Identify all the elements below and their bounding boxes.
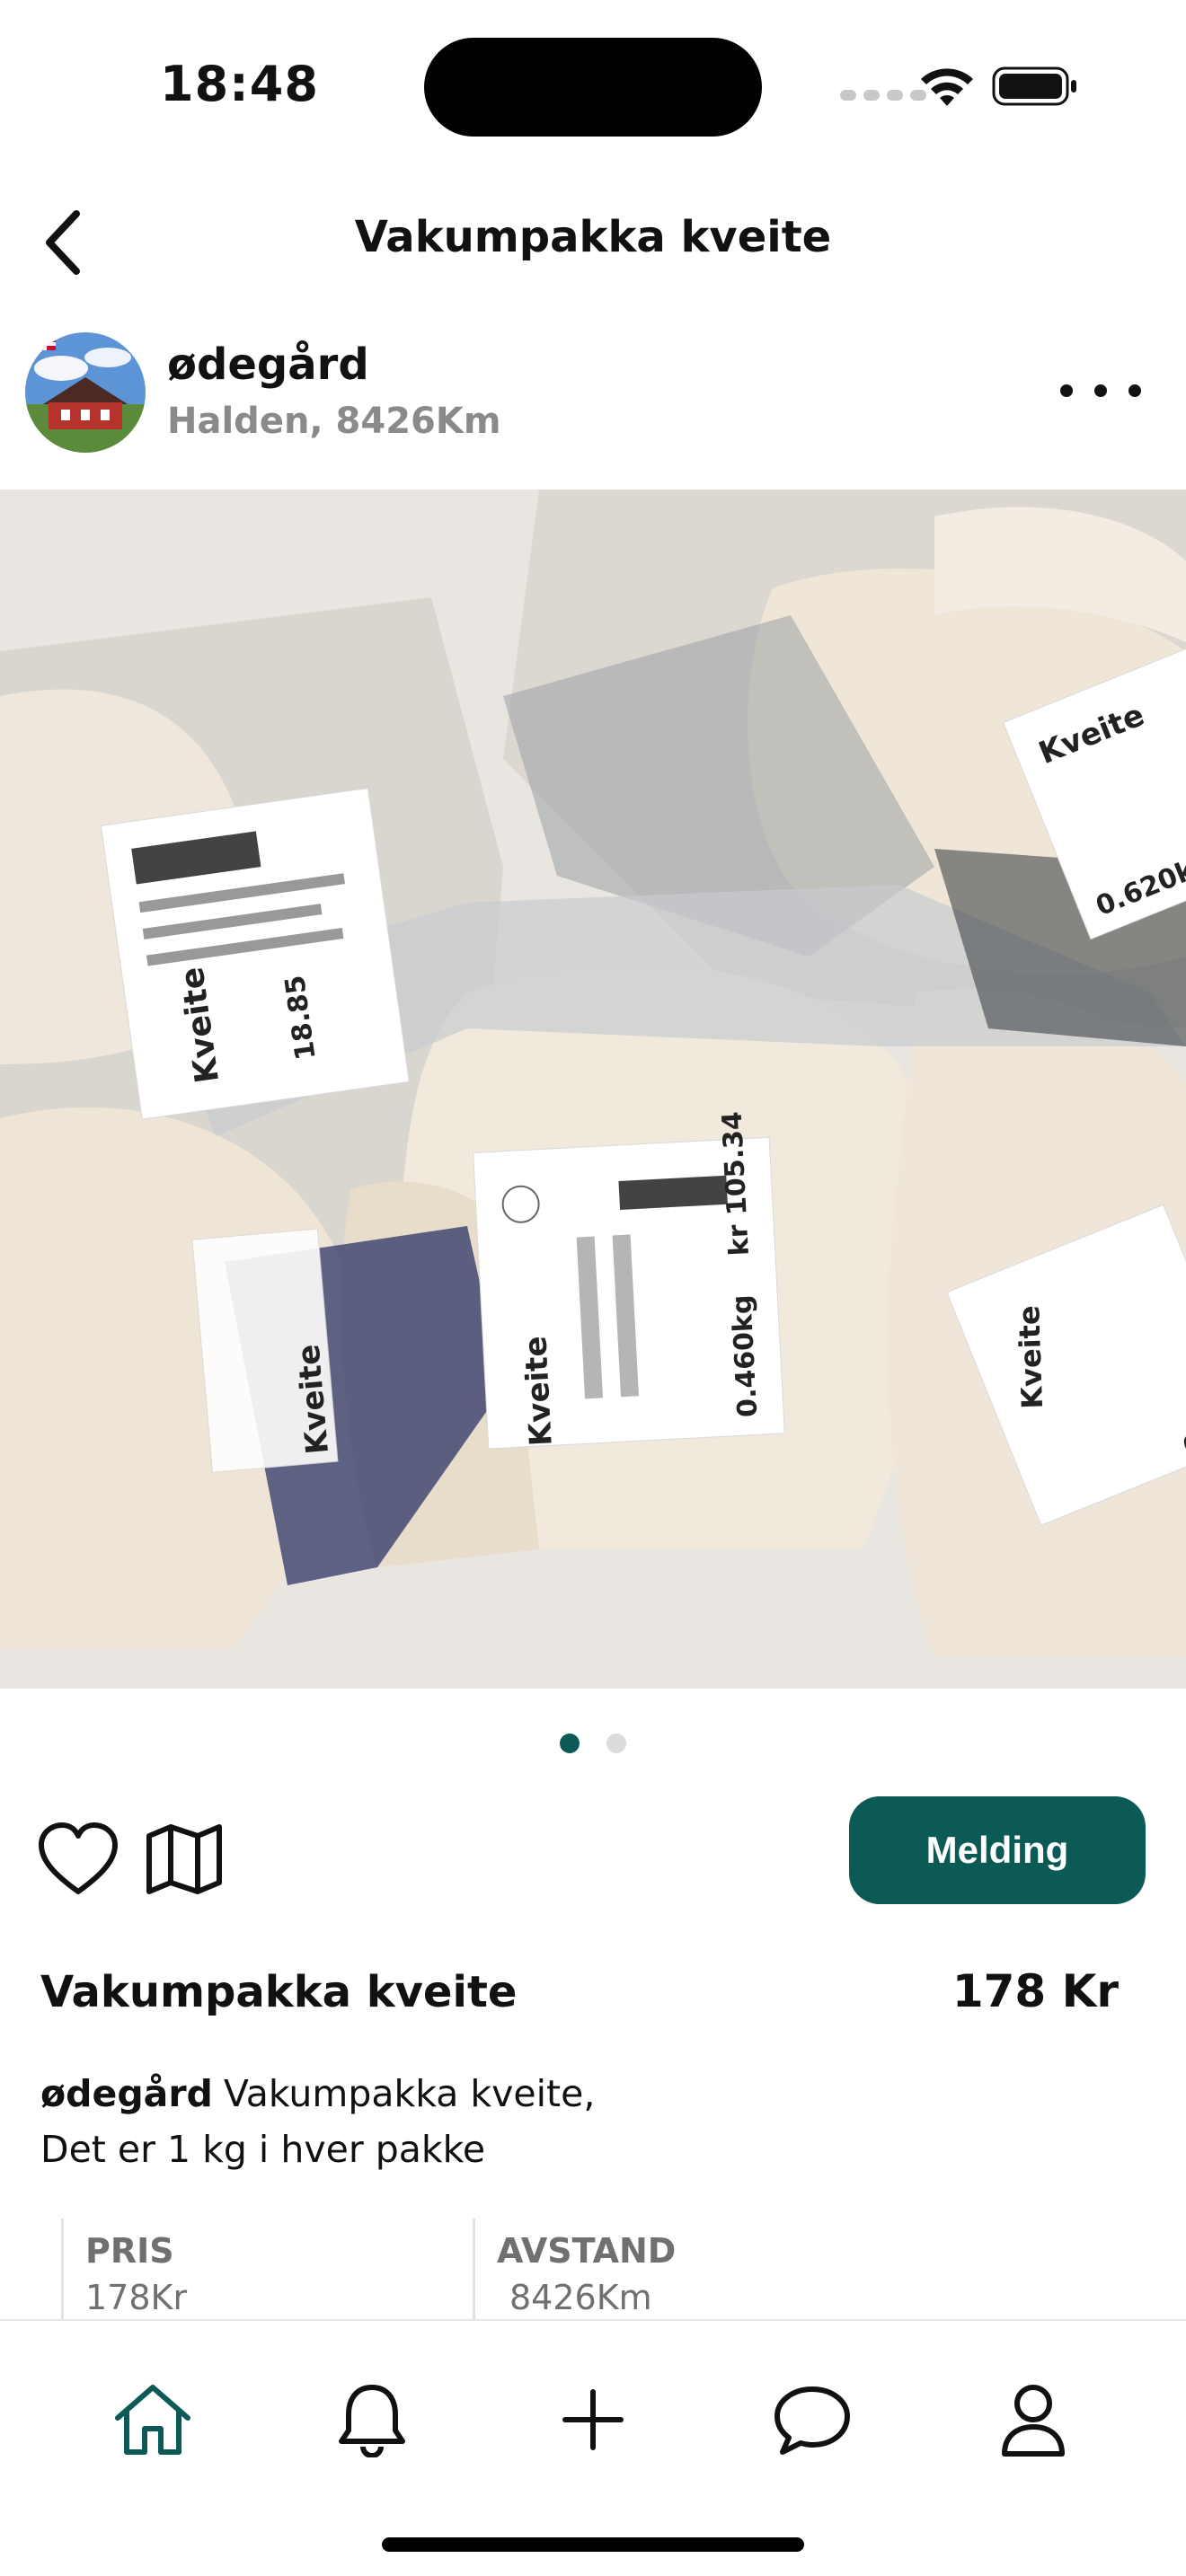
spec-price-label: PRIS: [85, 2231, 174, 2271]
seller-location: Halden, 8426Km: [167, 401, 501, 442]
bell-icon: [339, 2385, 405, 2457]
seller-row: ødegård Halden, 8426Km: [0, 323, 1186, 458]
tab-home[interactable]: [108, 2375, 198, 2465]
pager-dot[interactable]: [560, 1734, 580, 1753]
seller-name[interactable]: ødegård: [167, 340, 369, 390]
page-title: Vakumpakka kveite: [354, 212, 832, 262]
status-bar: 18:48: [0, 0, 1186, 171]
status-time: 18:48: [160, 56, 319, 112]
tab-notifications[interactable]: [327, 2375, 417, 2465]
description-line-1: Vakumpakka kveite,: [223, 2072, 596, 2115]
plus-icon: [562, 2389, 624, 2450]
message-button[interactable]: Melding: [849, 1796, 1146, 1904]
action-row: Melding: [0, 1796, 1186, 1913]
label-product: Kveite: [518, 1336, 559, 1447]
dynamic-island: [424, 38, 762, 137]
product-image[interactable]: 18.85 Kveite Kveite 0.460kg kr 105.34 Kv…: [0, 490, 1186, 1689]
wifi-icon: [921, 68, 973, 106]
seller-avatar[interactable]: [25, 332, 146, 453]
home-indicator: [382, 2537, 804, 2552]
spec-distance-label: AVSTAND: [497, 2231, 677, 2271]
dot-icon: [1060, 384, 1073, 397]
image-pager: [0, 1734, 1186, 1755]
profile-icon: [1002, 2385, 1065, 2457]
battery-icon: [992, 66, 1076, 106]
tab-messages[interactable]: [767, 2375, 857, 2465]
spec-price-value: 178Kr: [85, 2278, 188, 2317]
description-author[interactable]: ødegård: [40, 2072, 213, 2115]
label-product: Kveite: [1012, 1305, 1049, 1410]
product-description: ødegård Vakumpakka kveite, Det er 1 kg i …: [40, 2066, 1119, 2177]
product-photo: 18.85 Kveite Kveite 0.460kg kr 105.34 Kv…: [0, 490, 1186, 1689]
top-header: Vakumpakka kveite: [0, 180, 1186, 305]
spec-price: PRIS 178Kr: [61, 2219, 187, 2326]
product-price: 178 Kr: [951, 1965, 1119, 2017]
spec-distance: AVSTAND 8426Km: [473, 2219, 676, 2326]
pager-dot[interactable]: [606, 1734, 626, 1753]
product-specs: PRIS 178Kr AVSTAND 8426Km: [0, 2210, 1186, 2326]
spec-distance-value: 8426Km: [509, 2278, 652, 2317]
dot-icon: [1128, 384, 1141, 397]
more-options-button[interactable]: [1060, 368, 1141, 413]
tab-profile[interactable]: [988, 2375, 1078, 2465]
map-icon[interactable]: [146, 1823, 223, 1895]
tab-create[interactable]: [548, 2375, 638, 2465]
heart-icon[interactable]: [38, 1822, 119, 1897]
home-icon: [115, 2385, 190, 2455]
chat-bubble-icon: [774, 2386, 850, 2455]
dot-icon: [1094, 384, 1107, 397]
product-title: Vakumpakka kveite: [40, 1967, 518, 2017]
label-weight: 0.460kg: [726, 1294, 764, 1418]
description-line-2: Det er 1 kg i hver pakke: [40, 2128, 486, 2171]
